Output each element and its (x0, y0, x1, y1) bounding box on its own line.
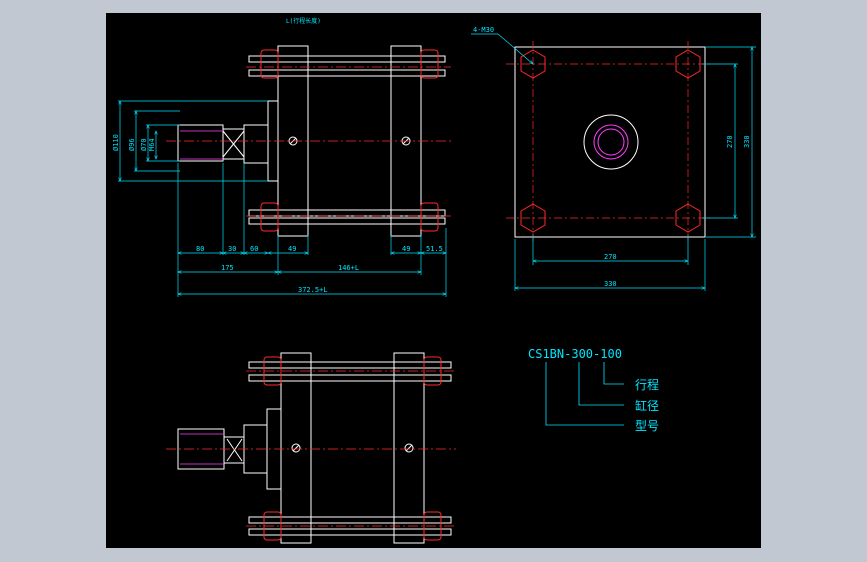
corner-bolts (520, 49, 701, 233)
cad-drawing: L(行程长度) Ø110 Ø96 Ø70 M64 80 30 60 49 49 … (112, 17, 756, 544)
front-view (514, 46, 706, 238)
nuts-bottom (263, 356, 442, 541)
legend-leaders (545, 362, 624, 426)
dim-pitch-h: 270 (604, 253, 617, 261)
dim-m64: M64 (148, 138, 156, 151)
dim-49-left: 49 (288, 245, 296, 253)
dim-dia-70: Ø70 (140, 138, 148, 151)
legend-bore: 缸径 (635, 398, 659, 413)
bore-outline-top (180, 130, 223, 160)
dim-size-h: 330 (604, 280, 617, 288)
dim-30: 30 (228, 245, 236, 253)
dim-146-l: 146+L (338, 264, 359, 272)
dims-top (118, 101, 446, 297)
tie-rod-lower (248, 516, 452, 524)
hex-nut-icon (420, 49, 439, 79)
dim-dia-outer: Ø110 (112, 134, 120, 151)
tie-rod-lower-b (248, 528, 452, 536)
dim-dia-mid: Ø96 (128, 138, 136, 151)
dim-51-5: 51.5 (426, 245, 443, 253)
dim-175: 175 (221, 264, 234, 272)
dim-total: 372.5+L (298, 286, 328, 294)
dim-49-right: 49 (402, 245, 410, 253)
hex-nut-icon (420, 202, 439, 232)
tie-rod-upper-b (248, 374, 452, 382)
dim-size-v: 330 (743, 135, 751, 148)
legend-stroke: 行程 (635, 377, 659, 392)
dim-pitch-v: 270 (726, 135, 734, 148)
hex-nut-icon (260, 49, 279, 79)
rod-cap (177, 124, 224, 162)
end-plate-square (514, 46, 706, 238)
legend-model: 型号 (635, 419, 659, 433)
dim-60: 60 (250, 245, 258, 253)
drawing-canvas: L(行程长度) Ø110 Ø96 Ø70 M64 80 30 60 49 49 … (106, 13, 761, 548)
dim-80: 80 (196, 245, 204, 253)
side-view-bottom (177, 352, 452, 544)
hex-nut-icon (260, 202, 279, 232)
title-note: L(行程长度) (286, 17, 321, 25)
tie-rod-upper (248, 361, 452, 369)
bore-circle (593, 124, 629, 160)
nuts-top (260, 49, 439, 232)
bolt-spec: 4-M30 (473, 26, 494, 34)
rod-boss (583, 114, 639, 170)
centerlines-front (506, 41, 711, 243)
rod-end (243, 124, 269, 164)
model-code: CS1BN-300-100 (528, 347, 622, 361)
